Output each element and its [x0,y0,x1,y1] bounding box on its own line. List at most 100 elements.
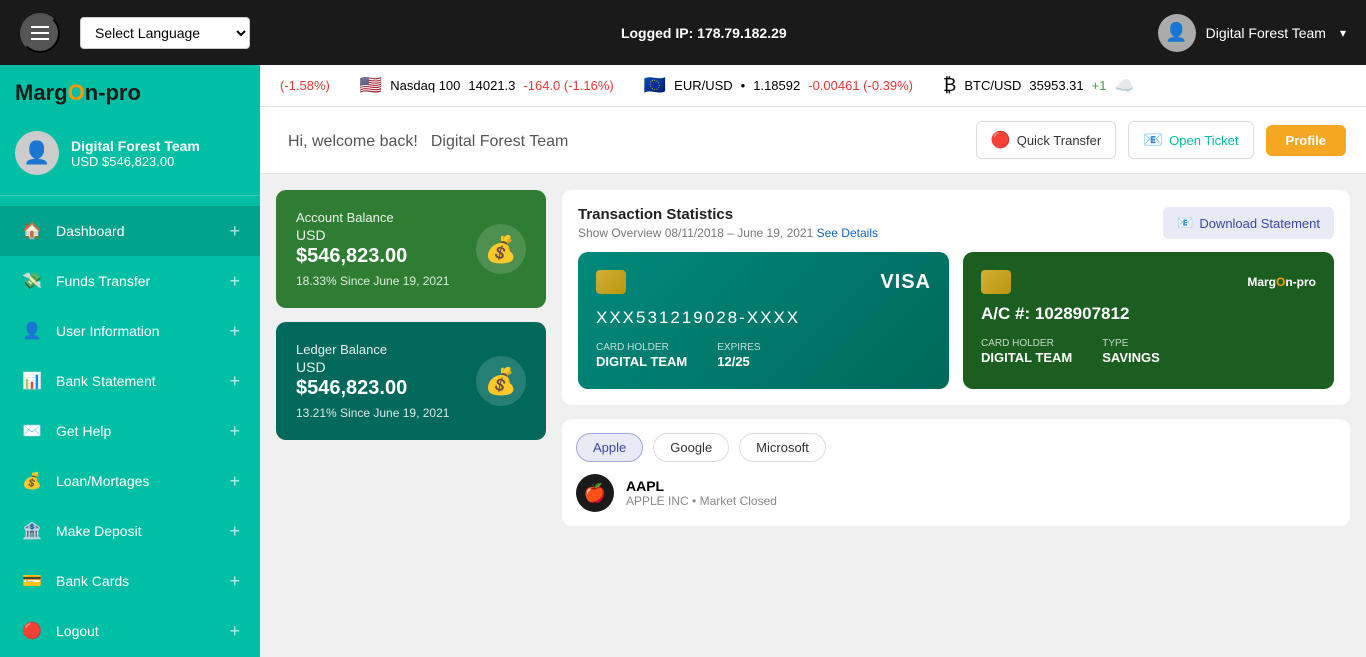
see-details-link[interactable]: See Details [817,226,878,240]
account-balance-card: Account Balance USD $546,823.00 18.33% S… [276,190,546,308]
stock-tabs-panel: Apple Google Microsoft 🍎 AAPL APPLE INC … [562,419,1350,526]
account-number: A/C #: 1028907812 [981,304,1316,324]
profile-button[interactable]: Profile [1266,125,1346,156]
ledger-balance-amount: $546,823.00 [296,377,449,400]
stock-item-aapl: 🍎 AAPL APPLE INC • Market Closed [576,474,1336,512]
aapl-info: AAPL APPLE INC • Market Closed [626,478,777,508]
welcome-header: Hi, welcome back! Digital Forest Team 🔴 … [260,107,1366,174]
aapl-description: APPLE INC • Market Closed [626,494,777,508]
sidebar-item-make-deposit[interactable]: 🏦 Make Deposit + [0,506,260,556]
eurusd-price: 1.18592 [753,78,800,93]
sidebar-logo: MargOn-pro [0,65,260,111]
sidebar-item-get-help[interactable]: ✉️ Get Help + [0,406,260,456]
account-card-chip [981,270,1011,294]
sidebar-item-dashboard[interactable]: 🏠 Dashboard + [0,206,260,256]
sidebar-item-bank-cards[interactable]: 💳 Bank Cards + [0,556,260,606]
sidebar-plus-funds-transfer: + [229,271,240,292]
transaction-statistics-panel: Transaction Statistics Show Overview 08/… [562,190,1350,405]
top-nav-avatar: 👤 [1158,14,1196,52]
account-brand-logo: MargOn-pro [1247,275,1316,289]
btcusd-change: +1 [1092,78,1107,93]
sidebar-item-funds-transfer[interactable]: 💸 Funds Transfer + [0,256,260,306]
sidebar-label-make-deposit: Make Deposit [56,523,142,539]
tab-microsoft[interactable]: Microsoft [739,433,826,462]
main-content: (-1.58%) 🇺🇸 Nasdaq 100 14021.3 -164.0 (-… [260,65,1366,657]
account-card-holder-field: CARD HOLDER DIGITAL TEAM [981,338,1072,367]
visa-brand-label: VISA [880,271,931,294]
sidebar-plus-user-information: + [229,321,240,342]
balance-cards-column: Account Balance USD $546,823.00 18.33% S… [276,190,546,641]
open-ticket-icon: 📧 [1143,130,1163,150]
visa-card-holder-label: CARD HOLDER [596,342,687,353]
stats-header-info: Transaction Statistics Show Overview 08/… [578,206,878,240]
sidebar: MargOn-pro 👤 Digital Forest Team USD $54… [0,65,260,657]
sidebar-plus-dashboard: + [229,221,240,242]
dashboard-icon: 🏠 [20,219,44,243]
ticker-eurusd: 🇪🇺 EUR/USD • 1.18592 -0.00461 (-0.39%) [644,75,913,96]
sidebar-label-logout: Logout [56,623,99,639]
sidebar-label-bank-statement: Bank Statement [56,373,156,389]
sidebar-item-logout[interactable]: 🔴 Logout + [0,606,260,656]
logged-ip-display: Logged IP: 178.79.182.29 [270,25,1138,41]
account-balance-amount: $546,823.00 [296,245,449,268]
sidebar-item-user-information[interactable]: 👤 User Information + [0,306,260,356]
visa-expires-field: EXPIRES 12/25 [717,342,760,371]
sidebar-label-get-help: Get Help [56,423,111,439]
stats-header: Transaction Statistics Show Overview 08/… [578,206,1334,240]
ledger-balance-label: Ledger Balance [296,342,449,357]
logo-text: MargOn-pro [15,80,141,105]
ledger-balance-icon: 💰 [476,356,526,406]
sidebar-plus-logout: + [229,621,240,642]
visa-card-number: XXX531219028-XXXX [596,308,931,328]
sidebar-item-loan-mortages[interactable]: 💰 Loan/Mortages + [0,456,260,506]
account-type-label: TYPE [1102,338,1160,349]
sidebar-plus-make-deposit: + [229,521,240,542]
sidebar-avatar: 👤 [15,131,59,175]
visa-card-chip [596,270,626,294]
sidebar-balance: USD $546,823.00 [71,154,200,169]
quick-transfer-button[interactable]: 🔴 Quick Transfer [976,121,1116,159]
account-card: MargOn-pro A/C #: 1028907812 CARD HOLDER… [963,252,1334,389]
funds-transfer-icon: 💸 [20,269,44,293]
language-select[interactable]: Select Language [80,17,250,49]
nasdaq-change: -164.0 (-1.16%) [523,78,613,93]
account-balance-since: 18.33% Since June 19, 2021 [296,274,449,288]
ticker-btcusd: ₿ BTC/USD 35953.31 +1 ☁️ [943,75,1134,96]
ledger-balance-currency: USD [296,359,449,375]
stock-tabs-nav: Apple Google Microsoft [576,433,1336,462]
aapl-logo: 🍎 [576,474,614,512]
account-balance-icon: 💰 [476,224,526,274]
stats-title: Transaction Statistics [578,206,878,223]
tab-apple[interactable]: Apple [576,433,643,462]
download-statement-button[interactable]: 📧 Download Statement [1163,207,1334,239]
ledger-balance-info: Ledger Balance USD $546,823.00 13.21% Si… [296,342,449,420]
sidebar-plus-loan-mortages: + [229,471,240,492]
sidebar-label-dashboard: Dashboard [56,223,125,239]
sidebar-label-bank-cards: Bank Cards [56,573,129,589]
sidebar-plus-bank-statement: + [229,371,240,392]
sidebar-plus-get-help: + [229,421,240,442]
visa-expires-value: 12/25 [717,354,750,369]
quick-transfer-icon: 🔴 [991,130,1011,150]
account-balance-label: Account Balance [296,210,449,225]
account-balance-info: Account Balance USD $546,823.00 18.33% S… [296,210,449,288]
welcome-actions: 🔴 Quick Transfer 📧 Open Ticket Profile [976,121,1346,159]
btcusd-price: 35953.31 [1029,78,1083,93]
tab-google[interactable]: Google [653,433,729,462]
eurusd-flag-icon: 🇪🇺 [644,75,666,96]
top-navigation: Select Language Logged IP: 178.79.182.29… [0,0,1366,65]
main-layout: MargOn-pro 👤 Digital Forest Team USD $54… [0,65,1366,657]
content-grid: Account Balance USD $546,823.00 18.33% S… [260,174,1366,657]
make-deposit-icon: 🏦 [20,519,44,543]
nasdaq-price: 14021.3 [468,78,515,93]
ticker-change-pct: (-1.58%) [280,78,330,93]
hamburger-button[interactable] [20,13,60,53]
sidebar-item-bank-statement[interactable]: 📊 Bank Statement + [0,356,260,406]
sidebar-user-info: 👤 Digital Forest Team USD $546,823.00 [0,111,260,196]
visa-card: VISA XXX531219028-XXXX CARD HOLDER DIGIT… [578,252,949,389]
visa-card-footer: CARD HOLDER DIGITAL TEAM EXPIRES 12/25 [596,342,931,371]
open-ticket-button[interactable]: 📧 Open Ticket [1128,121,1253,159]
account-card-holder-label: CARD HOLDER [981,338,1072,349]
btcusd-name: BTC/USD [964,78,1021,93]
user-nav-menu[interactable]: 👤 Digital Forest Team ▾ [1158,14,1346,52]
